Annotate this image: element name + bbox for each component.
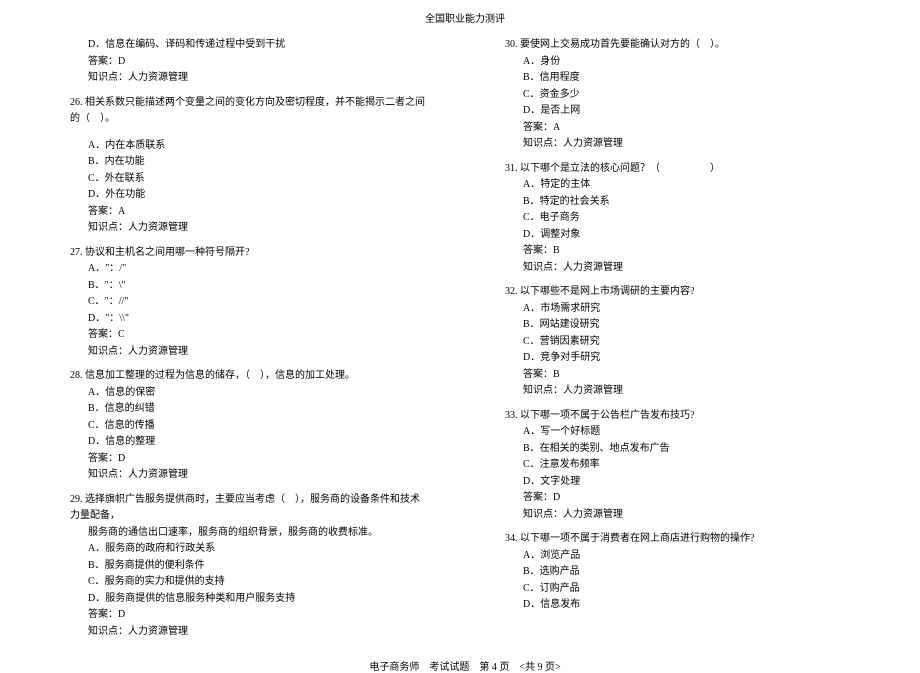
option-c: C．营销因素研究: [505, 334, 860, 351]
question-34: 34. 以下哪一项不属于消费者在网上商店进行购物的操作? A．浏览产品 B．选购…: [505, 531, 860, 614]
question-stem: 32. 以下哪些不是网上市场调研的主要内容?: [505, 284, 860, 301]
knowledge: 知识点：人力资源管理: [70, 624, 425, 641]
answer: 答案：A: [505, 120, 860, 137]
question-32: 32. 以下哪些不是网上市场调研的主要内容? A．市场需求研究 B．网站建设研究…: [505, 284, 860, 400]
question-stem-2: 服务商的通信出口速率，服务商的组织背景，服务商的收费标准。: [70, 525, 425, 542]
answer: 答案：B: [505, 367, 860, 384]
option-b: B．内在功能: [70, 154, 425, 171]
prev-answer: 答案：D: [70, 54, 425, 71]
knowledge: 知识点：人力资源管理: [70, 220, 425, 237]
option-d: D．调整对象: [505, 227, 860, 244]
option-d: D．外在功能: [70, 187, 425, 204]
option-a: A．浏览产品: [505, 548, 860, 565]
knowledge: 知识点：人力资源管理: [505, 260, 860, 277]
option-a: A．信息的保密: [70, 385, 425, 402]
question-stem: 27. 协议和主机名之间用哪一种符号隔开?: [70, 245, 425, 262]
knowledge: 知识点：人力资源管理: [70, 467, 425, 484]
option-b: B．信息的纠错: [70, 401, 425, 418]
option-d: D．信息发布: [505, 597, 860, 614]
option-c: C．订购产品: [505, 581, 860, 598]
option-b: B．在相关的类别、地点发布广告: [505, 441, 860, 458]
option-a: A．"：/": [70, 261, 425, 278]
option-d: D．"：\\": [70, 311, 425, 328]
option-c: C．服务商的实力和提供的支持: [70, 574, 425, 591]
question-stem: 29. 选择旗帜广告服务提供商时，主要应当考虑（ ），服务商的设备条件和技术力量…: [70, 492, 425, 525]
option-b: B．服务商提供的便利条件: [70, 558, 425, 575]
option-d: D．文字处理: [505, 474, 860, 491]
option-a: A．市场需求研究: [505, 301, 860, 318]
option-a: A．服务商的政府和行政关系: [70, 541, 425, 558]
question-stem: 31. 以下哪个是立法的核心问题？（ ）: [505, 161, 860, 178]
knowledge: 知识点：人力资源管理: [70, 344, 425, 361]
option-b: B．"：\": [70, 278, 425, 295]
option-d: D．信息的整理: [70, 434, 425, 451]
question-28: 28. 信息加工整理的过程为信息的储存，（ ），信息的加工处理。 A．信息的保密…: [70, 368, 425, 484]
option-d: D．服务商提供的信息服务种类和用户服务支持: [70, 591, 425, 608]
option-c: C．注意发布频率: [505, 457, 860, 474]
question-stem: 33. 以下哪一项不属于公告栏广告发布技巧?: [505, 408, 860, 425]
knowledge: 知识点：人力资源管理: [505, 507, 860, 524]
knowledge: 知识点：人力资源管理: [505, 136, 860, 153]
prev-option-d: D．信息在编码、译码和传递过程中受到干扰: [70, 37, 425, 54]
option-b: B．选购产品: [505, 564, 860, 581]
option-a: A．写一个好标题: [505, 424, 860, 441]
option-c: C．"：//": [70, 294, 425, 311]
question-26: 26. 相关系数只能描述两个变量之间的变化方向及密切程度，并不能揭示二者之间的（…: [70, 95, 425, 237]
answer: 答案：B: [505, 243, 860, 260]
question-27: 27. 协议和主机名之间用哪一种符号隔开? A．"：/" B．"：\" C．"：…: [70, 245, 425, 361]
question-stem: 26. 相关系数只能描述两个变量之间的变化方向及密切程度，并不能揭示二者之间的（…: [70, 95, 425, 128]
option-b: B．特定的社会关系: [505, 194, 860, 211]
option-b: B．信用程度: [505, 70, 860, 87]
answer: 答案：D: [70, 451, 425, 468]
option-b: B．网站建设研究: [505, 317, 860, 334]
option-c: C．外在联系: [70, 171, 425, 188]
left-column: D．信息在编码、译码和传递过程中受到干扰 答案：D 知识点：人力资源管理 26.…: [70, 37, 425, 648]
knowledge: 知识点：人力资源管理: [505, 383, 860, 400]
question-30: 30. 要使网上交易成功首先要能确认对方的（ ）。 A．身份 B．信用程度 C．…: [505, 37, 860, 153]
content-container: D．信息在编码、译码和传递过程中受到干扰 答案：D 知识点：人力资源管理 26.…: [70, 37, 860, 648]
prev-knowledge: 知识点：人力资源管理: [70, 70, 425, 87]
question-stem: 30. 要使网上交易成功首先要能确认对方的（ ）。: [505, 37, 860, 54]
right-column: 30. 要使网上交易成功首先要能确认对方的（ ）。 A．身份 B．信用程度 C．…: [505, 37, 860, 648]
answer: 答案：C: [70, 327, 425, 344]
option-a: A．身份: [505, 54, 860, 71]
option-d: D．竞争对手研究: [505, 350, 860, 367]
page-footer: 电子商务师 考试试题 第 4 页 <共 9 页>: [70, 658, 860, 673]
question-29: 29. 选择旗帜广告服务提供商时，主要应当考虑（ ），服务商的设备条件和技术力量…: [70, 492, 425, 641]
option-d: D．是否上网: [505, 103, 860, 120]
option-c: C．信息的传播: [70, 418, 425, 435]
question-31: 31. 以下哪个是立法的核心问题？（ ） A．特定的主体 B．特定的社会关系 C…: [505, 161, 860, 277]
option-a: A．内在本质联系: [70, 138, 425, 155]
question-stem: 28. 信息加工整理的过程为信息的储存，（ ），信息的加工处理。: [70, 368, 425, 385]
question-33: 33. 以下哪一项不属于公告栏广告发布技巧? A．写一个好标题 B．在相关的类别…: [505, 408, 860, 524]
answer: 答案：D: [505, 490, 860, 507]
option-c: C．资金多少: [505, 87, 860, 104]
answer: 答案：A: [70, 204, 425, 221]
option-a: A．特定的主体: [505, 177, 860, 194]
page-header: 全国职业能力测评: [70, 10, 860, 25]
question-stem: 34. 以下哪一项不属于消费者在网上商店进行购物的操作?: [505, 531, 860, 548]
option-c: C．电子商务: [505, 210, 860, 227]
answer: 答案：D: [70, 607, 425, 624]
